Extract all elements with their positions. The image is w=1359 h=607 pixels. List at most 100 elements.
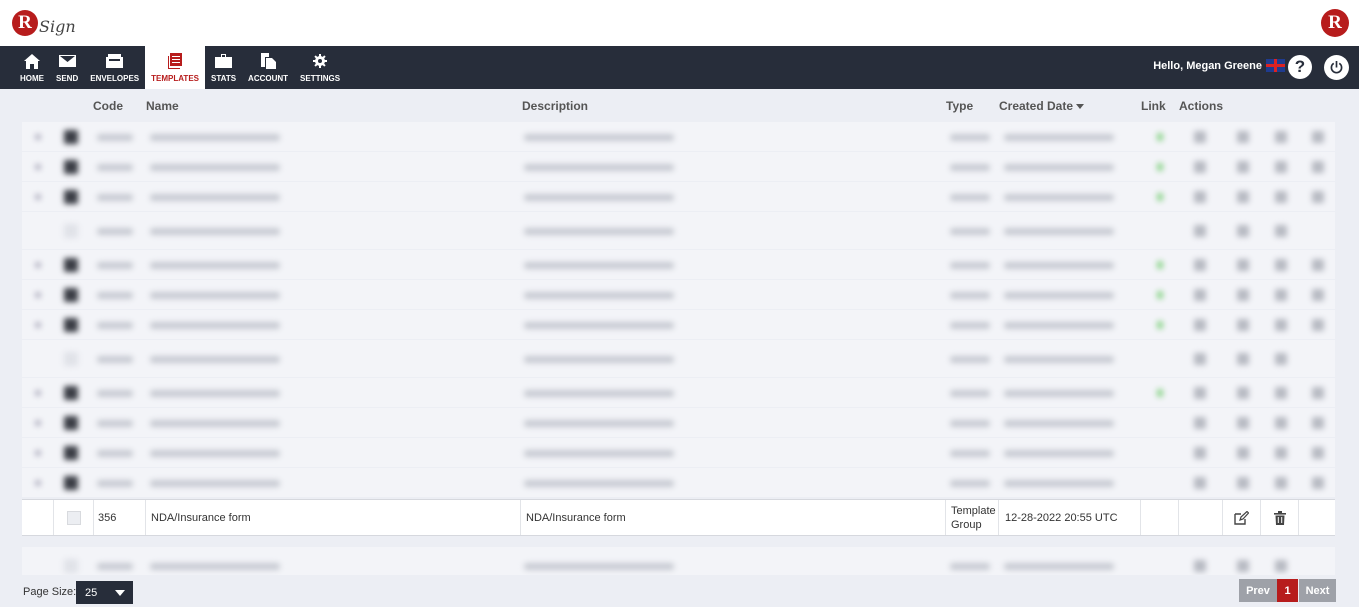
table-row[interactable]	[22, 378, 1335, 407]
help-button[interactable]: ?	[1288, 55, 1312, 79]
blurred-placeholder	[950, 133, 990, 141]
blurred-placeholder	[524, 562, 674, 570]
table-row[interactable]	[22, 280, 1335, 309]
blurred-placeholder	[35, 163, 41, 170]
blurred-placeholder	[1237, 416, 1249, 429]
logout-button[interactable]	[1324, 55, 1349, 80]
blurred-placeholder	[950, 479, 990, 487]
table-row[interactable]	[22, 408, 1335, 437]
nav-templates[interactable]: TEMPLATES	[145, 46, 205, 89]
col-created-date[interactable]: Created Date	[999, 99, 1085, 113]
col-name[interactable]: Name	[146, 99, 179, 113]
blurred-placeholder	[950, 355, 990, 363]
blurred-placeholder	[1194, 352, 1206, 365]
table-row[interactable]	[22, 182, 1335, 211]
nav-account[interactable]: ACCOUNT	[242, 46, 294, 89]
blurred-placeholder	[150, 227, 280, 235]
table-row[interactable]	[22, 212, 1335, 249]
blurred-placeholder	[524, 291, 674, 299]
blurred-placeholder	[150, 163, 280, 171]
blurred-placeholder	[35, 193, 41, 200]
blurred-placeholder	[950, 193, 990, 201]
blurred-placeholder	[524, 163, 674, 171]
prev-page-button[interactable]: Prev	[1239, 579, 1277, 602]
blurred-placeholder	[64, 223, 78, 238]
blurred-placeholder	[1237, 258, 1249, 271]
blurred-placeholder	[524, 449, 674, 457]
blurred-placeholder	[1312, 160, 1324, 173]
blurred-placeholder	[64, 385, 78, 400]
blurred-placeholder	[1004, 321, 1114, 329]
table-row[interactable]	[22, 122, 1335, 151]
table-row[interactable]	[22, 438, 1335, 467]
rsign-logo[interactable]: R Sign	[12, 6, 76, 40]
cell-created: 12-28-2022 20:55 UTC	[999, 500, 1141, 535]
blurred-placeholder	[1237, 559, 1249, 572]
blurred-placeholder	[524, 261, 674, 269]
uk-flag-icon[interactable]	[1266, 59, 1285, 72]
nav-home[interactable]: HOME	[14, 46, 50, 89]
blurred-placeholder	[1275, 352, 1287, 365]
blurred-placeholder	[35, 479, 41, 486]
nav-stats[interactable]: STATS	[205, 46, 242, 89]
col-code[interactable]: Code	[93, 99, 123, 113]
nav-send[interactable]: SEND	[50, 46, 84, 89]
blurred-placeholder	[1004, 419, 1114, 427]
edit-icon[interactable]	[1234, 510, 1249, 525]
blurred-placeholder	[150, 261, 280, 269]
documents-icon	[260, 52, 276, 70]
col-description[interactable]: Description	[522, 99, 588, 113]
blurred-placeholder	[1312, 130, 1324, 143]
blurred-placeholder	[1237, 160, 1249, 173]
blurred-placeholder	[64, 189, 78, 204]
blurred-placeholder	[1004, 449, 1114, 457]
col-type[interactable]: Type	[946, 99, 973, 113]
blurred-placeholder	[1237, 352, 1249, 365]
blurred-placeholder	[64, 159, 78, 174]
nav-envelopes[interactable]: ENVELOPES	[84, 46, 145, 89]
table-row[interactable]	[22, 340, 1335, 377]
blurred-placeholder	[150, 193, 280, 201]
trash-icon[interactable]	[1273, 510, 1286, 525]
row-checkbox[interactable]	[66, 510, 81, 525]
col-link: Link	[1141, 99, 1166, 113]
blurred-placeholder	[524, 419, 674, 427]
nav-menu: HOME SEND ENVELOPES TEMPLATES STATS ACCO…	[14, 46, 346, 89]
nav-settings[interactable]: SETTINGS	[294, 46, 346, 89]
cell-edit[interactable]	[1223, 500, 1261, 535]
blurred-placeholder	[1004, 562, 1114, 570]
table-row[interactable]	[22, 250, 1335, 279]
blurred-placeholder	[1312, 416, 1324, 429]
cell-name[interactable]: NDA/Insurance form	[146, 500, 521, 535]
logo-mark: R	[12, 10, 38, 36]
cell-delete[interactable]	[1261, 500, 1299, 535]
blurred-placeholder	[950, 419, 990, 427]
blurred-placeholder	[1237, 130, 1249, 143]
blurred-placeholder	[1194, 446, 1206, 459]
blurred-placeholder	[150, 355, 280, 363]
blurred-placeholder	[35, 419, 41, 426]
table-row[interactable]	[22, 152, 1335, 181]
blurred-placeholder	[64, 415, 78, 430]
table-row-highlighted[interactable]: 356 NDA/Insurance form NDA/Insurance for…	[22, 499, 1335, 536]
blurred-placeholder	[524, 479, 674, 487]
blurred-placeholder	[35, 389, 41, 396]
table-row[interactable]	[22, 310, 1335, 339]
table-row[interactable]	[22, 468, 1335, 497]
blurred-placeholder	[524, 355, 674, 363]
next-page-button[interactable]: Next	[1299, 579, 1336, 602]
page-number-button[interactable]: 1	[1277, 579, 1298, 602]
blurred-placeholder	[97, 355, 133, 363]
blurred-placeholder	[97, 449, 133, 457]
blurred-placeholder	[1275, 258, 1287, 271]
blurred-placeholder	[1237, 190, 1249, 203]
nav-label: ENVELOPES	[90, 74, 140, 83]
blurred-placeholder	[1237, 318, 1249, 331]
page-size-select[interactable]: 25	[76, 581, 133, 604]
blurred-placeholder	[1237, 386, 1249, 399]
blurred-placeholder	[150, 419, 280, 427]
blurred-placeholder	[97, 227, 133, 235]
cell-select[interactable]	[54, 500, 94, 535]
blurred-placeholder	[1157, 388, 1163, 397]
blurred-placeholder	[1312, 386, 1324, 399]
